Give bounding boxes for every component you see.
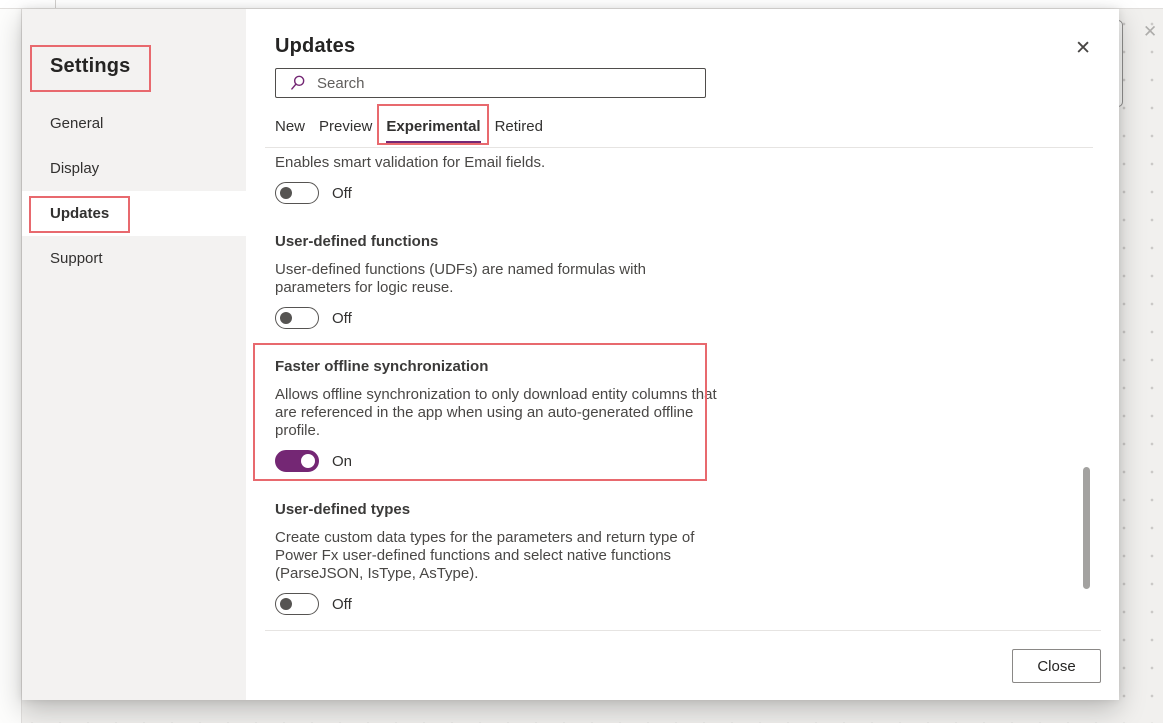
settings-dialog: Settings General Display Updates Support… (22, 9, 1119, 700)
tab-experimental[interactable]: Experimental (386, 117, 480, 144)
setting-description: Enables smart validation for Email field… (275, 154, 720, 172)
toggle-state-label: Off (332, 596, 352, 613)
sidebar-item-updates[interactable]: Updates (22, 191, 246, 236)
toggle-state-label: Off (332, 310, 352, 327)
app-top-bar (0, 0, 1163, 9)
tab-preview[interactable]: Preview (319, 117, 372, 144)
toggle-row: Off (275, 593, 735, 615)
toggle-knob (280, 598, 292, 610)
app-left-rail (0, 9, 22, 723)
page-title: Updates (275, 35, 1119, 58)
search-box[interactable] (275, 68, 706, 98)
setting-heading: User-defined functions (275, 232, 735, 252)
sidebar-item-label: Support (50, 250, 103, 267)
sidebar-item-display[interactable]: Display (22, 146, 246, 191)
sidebar-title: Settings (22, 55, 246, 78)
toggle-row: On (275, 450, 735, 472)
sidebar-item-general[interactable]: General (22, 101, 246, 146)
sidebar-nav: General Display Updates Support (22, 101, 246, 281)
sidebar-item-label: General (50, 115, 103, 132)
sidebar-item-support[interactable]: Support (22, 236, 246, 281)
setting-smart-validation: Enables smart validation for Email field… (275, 154, 735, 204)
search-input[interactable] (317, 75, 697, 92)
setting-user-defined-types: User-defined types Create custom data ty… (275, 500, 735, 615)
toggle-state-label: Off (332, 185, 352, 202)
tab-new[interactable]: New (275, 117, 305, 144)
setting-description: Create custom data types for the paramet… (275, 529, 720, 583)
faster-offline-sync-toggle[interactable] (275, 450, 319, 472)
smart-validation-toggle[interactable] (275, 182, 319, 204)
setting-description: User-defined functions (UDFs) are named … (275, 261, 720, 297)
setting-heading: User-defined types (275, 500, 735, 520)
setting-description: Allows offline synchronization to only d… (275, 386, 720, 440)
close-button[interactable]: Close (1012, 649, 1101, 683)
toggle-knob (301, 454, 315, 468)
sidebar-item-label: Display (50, 160, 99, 177)
toggle-knob (280, 312, 292, 324)
toggle-row: Off (275, 182, 735, 204)
tab-retired[interactable]: Retired (495, 117, 543, 144)
sidebar-item-label: Updates (50, 205, 109, 222)
settings-list: Enables smart validation for Email field… (275, 154, 735, 615)
user-defined-types-toggle[interactable] (275, 593, 319, 615)
toggle-row: Off (275, 307, 735, 329)
toggle-state-label: On (332, 453, 352, 470)
setting-faster-offline-sync: Faster offline synchronization Allows of… (275, 357, 735, 472)
tab-bar: New Preview Experimental Retired (275, 117, 1119, 144)
settings-sidebar: Settings General Display Updates Support (22, 9, 246, 700)
tab-divider (265, 147, 1093, 148)
footer-divider (265, 630, 1101, 631)
background-panel-close-icon[interactable]: ✕ (1143, 22, 1157, 42)
setting-heading: Faster offline synchronization (275, 357, 735, 377)
search-icon (289, 74, 307, 92)
updates-pane: Updates ✕ New Preview Experimental Retir… (246, 9, 1119, 700)
top-bar-divider (55, 0, 56, 8)
close-icon[interactable]: ✕ (1075, 39, 1091, 59)
toggle-knob (280, 187, 292, 199)
scrollbar-thumb[interactable] (1083, 467, 1090, 589)
user-defined-functions-toggle[interactable] (275, 307, 319, 329)
setting-user-defined-functions: User-defined functions User-defined func… (275, 232, 735, 329)
